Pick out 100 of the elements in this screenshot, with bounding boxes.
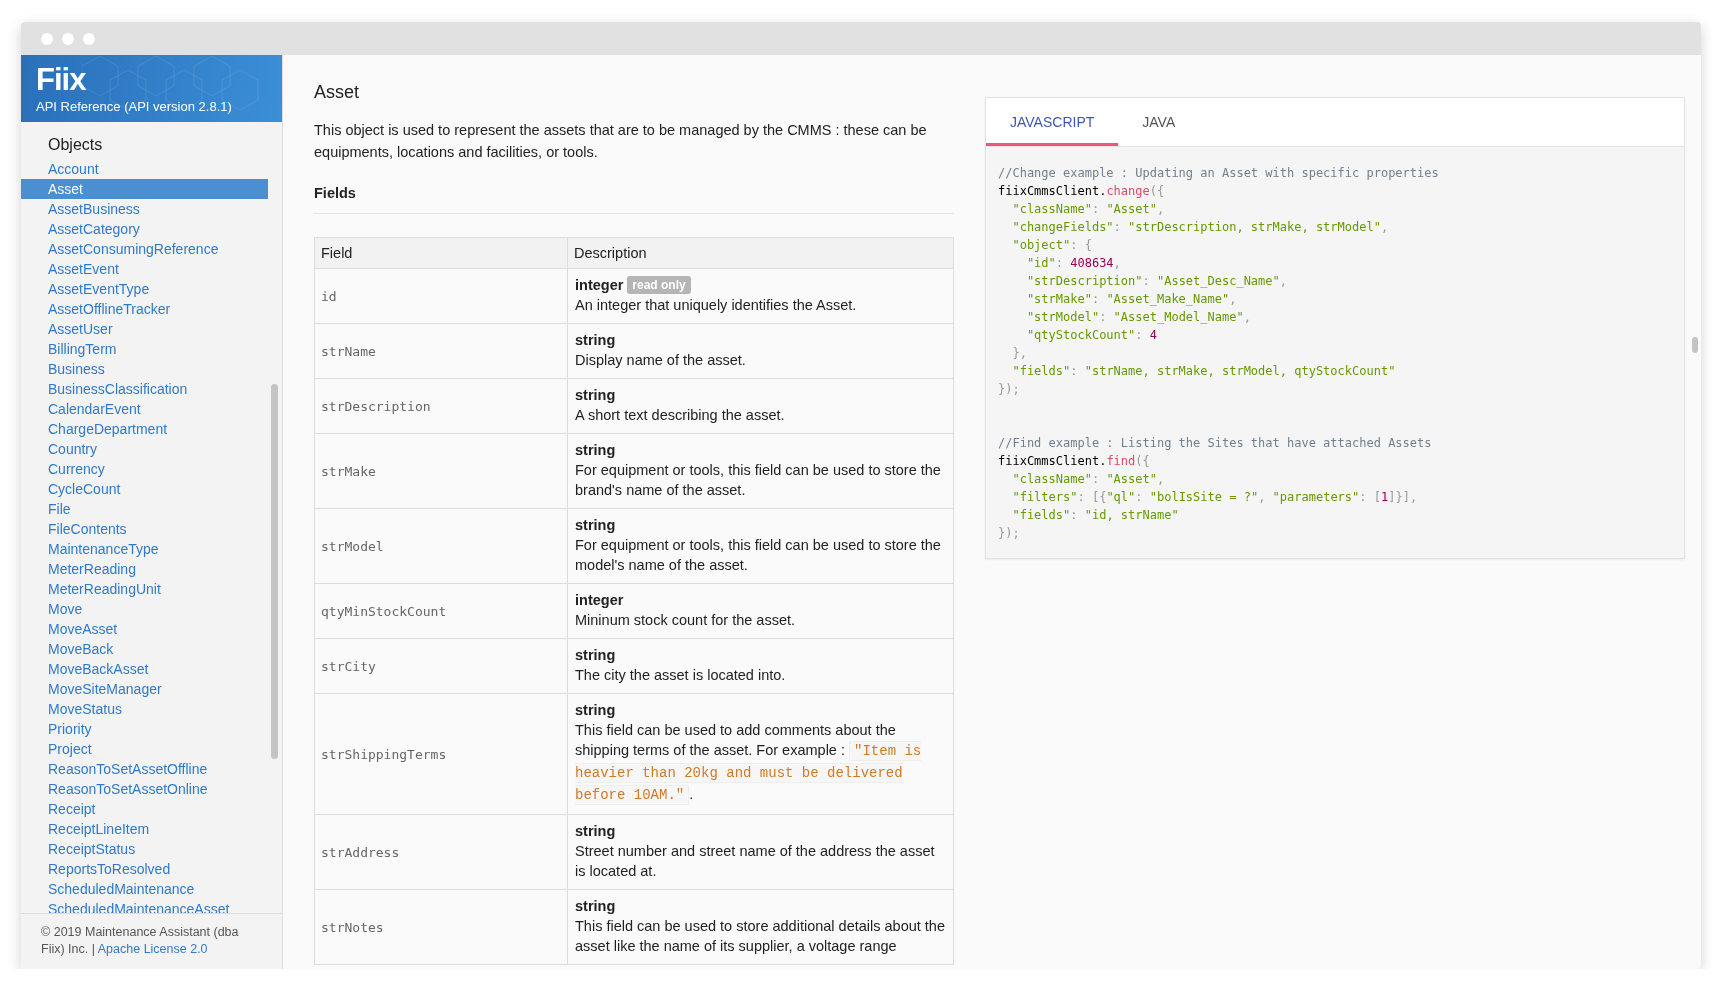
sidebar-item[interactable]: AssetOfflineTracker [21,299,268,319]
window-button[interactable] [62,32,74,45]
sidebar-item[interactable]: ReceiptStatus [21,839,268,859]
section-heading: Fields [314,185,356,201]
sidebar-item[interactable]: MoveStatus [21,699,268,719]
code-line: fiixCmmsClient.change({ [998,183,1165,200]
field-type: string [575,516,616,535]
sidebar-item[interactable]: BillingTerm [21,339,268,359]
page-title: Asset [314,82,360,103]
sidebar-item[interactable]: MaintenanceType [21,539,268,559]
sidebar-item[interactable]: AssetCategory [21,219,268,239]
sidebar-item[interactable]: Account [21,159,268,179]
field-description: For equipment or tools, this field can be used to store the brand's name of the asset. [575,461,942,500]
code-line: //Change example : Updating an Asset with specific properties [998,165,1439,182]
field-type: string [575,822,616,841]
scrollbar-thumb[interactable] [271,384,278,759]
sidebar-item[interactable]: MoveAsset [21,619,268,639]
code-line: "strMake": "Asset_Make_Name", [1025,291,1237,308]
field-type: string [575,701,616,720]
field-description: For equipment or tools, this field can be used to store the model's name of the asset. [575,536,942,575]
sidebar-item[interactable]: AssetConsumingReference [21,239,268,259]
header-subtitle: API Reference (API version 2.8.1) [36,99,232,115]
field-type: string [575,897,616,916]
code-line: }, [1011,345,1027,362]
language-tab[interactable]: JAVA [1118,98,1200,146]
field-name-cell: strMake [314,433,568,509]
sidebar-item[interactable]: Priority [21,719,268,739]
sidebar-item[interactable]: Business [21,359,268,379]
sidebar-item[interactable]: Currency [21,459,268,479]
sidebar-item[interactable]: CycleCount [21,479,268,499]
field-name-cell: strAddress [314,814,568,890]
object-description: This object is used to represent the assets that are to be managed by the CMMS : these can be equipments, locations and facilities, or tools. [314,121,928,162]
field-name-cell: strName [314,323,568,379]
field-name-cell: strCity [314,638,568,694]
code-line: "object": { [1011,237,1092,254]
sidebar-item[interactable]: AssetBusiness [21,199,268,219]
window-button[interactable] [41,32,53,45]
sidebar-item[interactable]: Move [21,599,268,619]
sidebar-item[interactable]: ReceiptLineItem [21,819,268,839]
code-line: "fields": "id, strName" [1011,507,1179,524]
sidebar-item[interactable]: BusinessClassification [21,379,268,399]
sidebar-item[interactable]: MeterReadingUnit [21,579,268,599]
code-line: "className": "Asset", [1011,471,1165,488]
scrollbar-thumb[interactable] [1692,337,1698,353]
field-name-cell: strModel [314,508,568,584]
field-description: Street number and street name of the address the asset is located at. [575,842,936,881]
code-line: fiixCmmsClient.find({ [998,453,1150,470]
sidebar-item[interactable]: AssetEvent [21,259,268,279]
language-tab[interactable]: JAVASCRIPT [986,98,1119,146]
field-description: This field can be used to store additional details about the asset like the name of its supplier, a voltage range [575,917,946,956]
sidebar-heading: Objects [47,136,103,154]
sidebar-item[interactable]: AssetEventType [21,279,268,299]
sidebar-item[interactable]: ChargeDepartment [21,419,268,439]
sidebar-item[interactable]: Receipt [21,799,268,819]
copyright-text: © 2019 Maintenance Assistant (dba Fiix) Inc. | Apache License 2.0 [21,913,282,969]
logo: Fiix [36,63,86,97]
field-name-cell: id [314,268,568,324]
field-name-cell: strNotes [314,889,568,965]
code-line: "qtyStockCount": 4 [1025,327,1157,344]
sidebar-item[interactable]: ReportsToResolved [21,859,268,879]
sidebar-item[interactable]: Country [21,439,268,459]
sidebar-item[interactable]: ReasonToSetAssetOnline [21,779,268,799]
license-link[interactable]: Apache License 2.0 [97,942,208,956]
sidebar-item[interactable]: ReasonToSetAssetOffline [21,759,268,779]
sidebar-item[interactable]: Project [21,739,268,759]
field-description: This field can be used to add comments about the shipping terms of the asset. For example : "Item is heavier than 20kg and must be delivered before 10AM." . [575,721,923,806]
field-type: string [575,646,616,665]
sidebar-item[interactable]: CalendarEvent [21,399,268,419]
code-line: //Find example : Listing the Sites that have attached Assets [998,435,1432,452]
read-only-badge: read only [627,276,691,294]
code-line: "changeFields": "strDescription, strMake, strModel", [1011,219,1389,236]
code-line: "className": "Asset", [1011,201,1165,218]
field-description: The city the asset is located into. [575,666,787,685]
window-button[interactable] [83,32,95,45]
sidebar-item[interactable]: AssetUser [21,319,268,339]
field-type: integer [575,591,624,610]
code-line: "id": 408634, [1025,255,1121,272]
sidebar-item[interactable]: MoveBackAsset [21,659,268,679]
sidebar-item[interactable]: Asset [21,179,268,199]
field-description: A short text describing the asset. [575,406,786,425]
sidebar-item[interactable]: MoveSiteManager [21,679,268,699]
code-line: "strModel": "Asset_Model_Name", [1025,309,1251,326]
field-type: integer [575,276,624,295]
field-description: Display name of the asset. [575,351,747,370]
field-type: string [575,441,616,460]
sidebar-item[interactable]: FileContents [21,519,268,539]
sidebar-item[interactable]: MoveBack [21,639,268,659]
code-line: }); [998,381,1020,398]
field-name-cell: strDescription [314,378,568,434]
code-line: "fields": "strName, strMake, strModel, qtyStockCount" [1011,363,1396,380]
code-line: "strDescription": "Asset_Desc_Name", [1025,273,1287,290]
code-line: }); [998,525,1020,542]
sidebar-item[interactable]: File [21,499,268,519]
field-type: string [575,386,616,405]
sidebar-item[interactable]: ScheduledMaintenance [21,879,268,899]
field-description: An integer that uniquely identifies the Asset. [575,296,858,315]
code-line: "filters": [{"ql": "bolIsSite = ?", "parameters": [1]}], [1011,489,1418,506]
sidebar-item[interactable]: MeterReading [21,559,268,579]
field-name-cell: strShippingTerms [314,693,568,815]
column-header: Description [567,237,954,269]
